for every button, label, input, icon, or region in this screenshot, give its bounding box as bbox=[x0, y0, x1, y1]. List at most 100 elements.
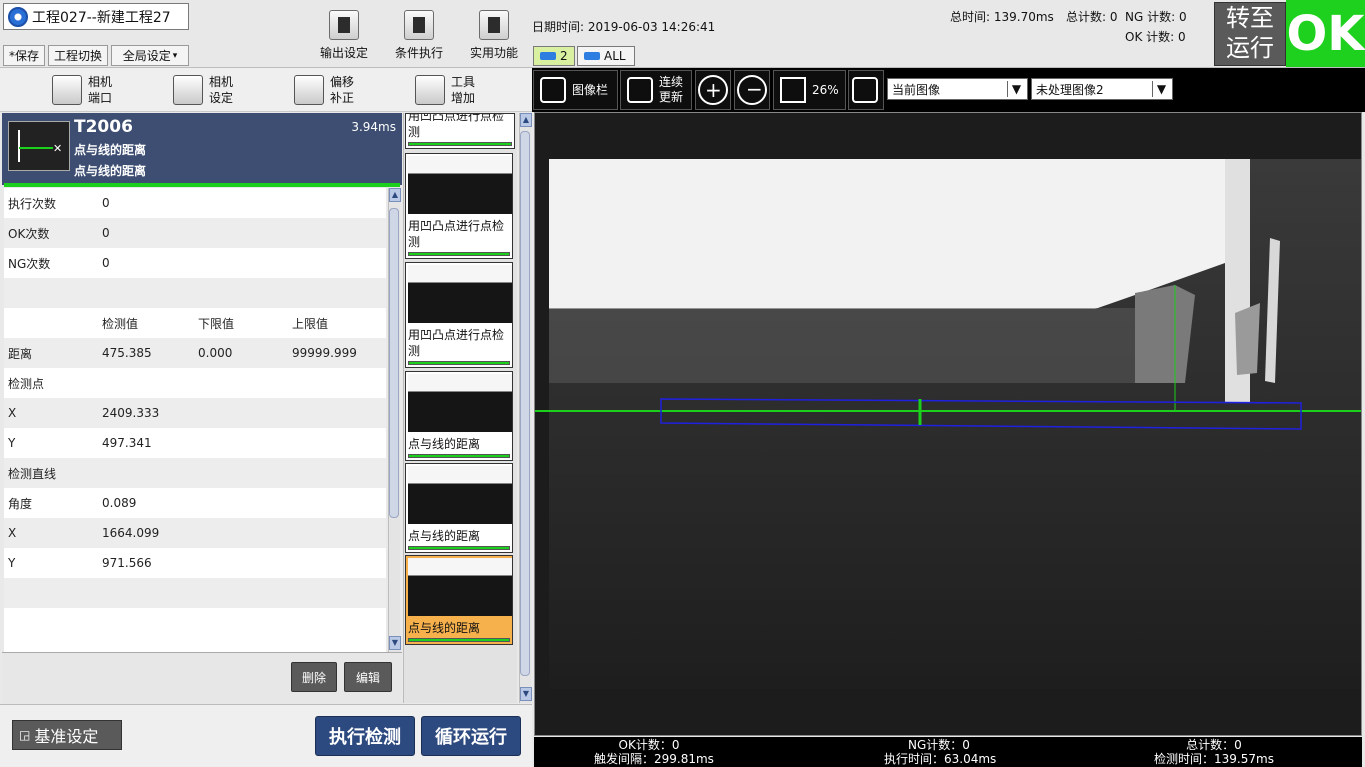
offset-line2: 补正 bbox=[330, 91, 355, 105]
total-count: 总计数: 0 bbox=[1066, 10, 1118, 24]
global-settings-label: 全局设定 bbox=[122, 49, 171, 63]
offset-line1: 偏移 bbox=[330, 75, 355, 89]
add-tool-button[interactable]: 工具 增加 bbox=[415, 72, 475, 108]
ok-count-stat: OK计数：0 bbox=[618, 738, 680, 752]
ok-count: OK 计数: 0 bbox=[1125, 30, 1186, 44]
image-type-dropdown[interactable]: 未处理图像2 ▼ bbox=[1031, 78, 1173, 100]
conditional-exec-button[interactable]: 条件执行 bbox=[388, 10, 450, 64]
image-viewer[interactable] bbox=[534, 112, 1362, 736]
stats-bar: OK计数：0 触发间隔：299.81ms NG计数：0 执行时间：63.04ms… bbox=[534, 737, 1362, 767]
detect-time-stat: 检测时间：139.57ms bbox=[1154, 752, 1274, 766]
tool-list-item[interactable]: 用凹凸点进行点检测 bbox=[405, 262, 513, 368]
baseline-label: 基准设定 bbox=[34, 727, 99, 746]
point-line-distance-icon: ✕ bbox=[8, 121, 70, 171]
camera-settings-button[interactable]: 相机 设定 bbox=[173, 72, 233, 108]
camera-settings-icon bbox=[173, 75, 203, 105]
tool-list-label: 点与线的距离 bbox=[408, 529, 481, 543]
tool-list-item[interactable]: 用凹凸点进行点检测 bbox=[405, 153, 513, 259]
go-run-button[interactable]: 转至 运行 bbox=[1214, 2, 1286, 66]
result-indicator: OK bbox=[1286, 0, 1365, 67]
scroll-thumb[interactable] bbox=[520, 131, 530, 676]
image-gallery-icon bbox=[540, 77, 566, 103]
delete-button[interactable]: 删除 bbox=[291, 662, 337, 692]
project-switch-button[interactable]: 工程切换 bbox=[48, 45, 108, 66]
action-bar bbox=[2, 652, 402, 704]
offset-correction-button[interactable]: 偏移 补正 bbox=[294, 72, 354, 108]
trigger-interval-stat: 触发间隔：299.81ms bbox=[594, 752, 714, 766]
tool-type: 点与线的距离 bbox=[74, 164, 147, 178]
zoom-out-button[interactable]: − bbox=[734, 70, 770, 110]
camera-port-line1: 相机 bbox=[88, 75, 113, 89]
tool-thumbnail bbox=[408, 156, 512, 214]
roi-button[interactable] bbox=[848, 70, 884, 110]
scroll-down-icon[interactable]: ▼ bbox=[520, 687, 532, 701]
add-tool-line2: 增加 bbox=[451, 91, 476, 105]
camera-icon bbox=[52, 75, 82, 105]
camera-settings-line2: 设定 bbox=[209, 91, 234, 105]
image-type-value: 未处理图像2 bbox=[1036, 82, 1104, 97]
continuous-line1: 连续 bbox=[659, 75, 684, 89]
conditional-exec-label: 条件执行 bbox=[394, 46, 443, 60]
utilities-button[interactable]: 实用功能 bbox=[463, 10, 525, 64]
output-settings-button[interactable]: 输出设定 bbox=[313, 10, 375, 64]
edit-button[interactable]: 编辑 bbox=[344, 662, 392, 692]
tool-list-label: 用凹凸点进行点检测 bbox=[408, 219, 505, 249]
total-count-stat: 总计数：0 bbox=[1186, 738, 1242, 752]
image-gallery-button[interactable]: 图像栏 bbox=[533, 70, 618, 110]
tool-list-item[interactable]: 用凹凸点进行点检测 bbox=[405, 113, 515, 149]
table-cell: Y bbox=[8, 436, 16, 450]
output-settings-label: 输出设定 bbox=[319, 46, 368, 60]
tool-thumbnail bbox=[408, 265, 512, 323]
scroll-up-icon[interactable]: ▲ bbox=[389, 188, 401, 202]
table-cell: 99999.999 bbox=[292, 346, 357, 360]
table-row: NG次数 0 bbox=[4, 248, 386, 278]
table-cell: 1664.099 bbox=[102, 526, 160, 540]
total-time: 总时间: 139.70ms bbox=[950, 10, 1054, 24]
offset-icon bbox=[294, 75, 324, 105]
table-cell: Y bbox=[8, 556, 16, 570]
table-scrollbar[interactable]: ▲ ▼ bbox=[388, 188, 401, 652]
camera-tab-all-label: ALL bbox=[604, 49, 626, 63]
tool-thumbnail bbox=[408, 374, 512, 432]
camera-icon bbox=[540, 52, 556, 60]
tool-list-status bbox=[408, 454, 510, 458]
go-run-line2: 运行 bbox=[1226, 34, 1274, 62]
scroll-up-icon[interactable]: ▲ bbox=[520, 113, 532, 127]
tool-list-item[interactable]: 点与线的距离 bbox=[405, 371, 513, 461]
continuous-line2: 更新 bbox=[659, 90, 684, 104]
dropdown-arrow-icon: ▼ bbox=[1152, 81, 1170, 97]
camera-port-button[interactable]: 相机 端口 bbox=[52, 72, 112, 108]
table-cell: X bbox=[8, 406, 17, 420]
table-row: 执行次数 0 bbox=[4, 188, 386, 218]
image-source-dropdown[interactable]: 当前图像 ▼ bbox=[887, 78, 1028, 100]
camera-tab-2[interactable]: 2 bbox=[533, 46, 575, 66]
table-cell: 0 bbox=[102, 256, 110, 270]
table-row bbox=[4, 278, 386, 308]
execute-detect-button[interactable]: 执行检测 bbox=[315, 716, 415, 756]
tool-list-label: 用凹凸点进行点检测 bbox=[408, 113, 505, 139]
tool-status-bar bbox=[4, 183, 400, 187]
camera-tab-all[interactable]: ALL bbox=[577, 46, 635, 66]
tool-thumbnail bbox=[408, 466, 512, 524]
baseline-icon: ◲ bbox=[19, 728, 31, 742]
loop-run-button[interactable]: 循环运行 bbox=[421, 716, 521, 756]
image-source-value: 当前图像 bbox=[892, 82, 941, 97]
zoom-out-icon: − bbox=[737, 75, 767, 105]
zoom-in-button[interactable]: + bbox=[695, 70, 731, 110]
table-cell: 497.341 bbox=[102, 436, 152, 450]
continuous-update-button[interactable]: 连续 更新 bbox=[620, 70, 692, 110]
scroll-thumb[interactable] bbox=[389, 208, 399, 518]
table-cell: 距离 bbox=[8, 346, 33, 361]
global-settings-button[interactable]: 全局设定 ▾ bbox=[111, 45, 189, 66]
fit-screen-icon bbox=[780, 77, 806, 103]
project-title[interactable]: 工程027--新建工程27 bbox=[3, 3, 189, 30]
tool-list-scrollbar[interactable]: ▲ ▼ bbox=[519, 113, 532, 703]
save-button[interactable]: *保存 bbox=[3, 45, 45, 66]
tool-list-item-selected[interactable]: 点与线的距离 bbox=[405, 555, 513, 645]
baseline-settings-button[interactable]: ◲ 基准设定 bbox=[12, 720, 122, 750]
ng-count: NG 计数: 0 bbox=[1125, 10, 1187, 24]
table-row: Y 971.566 bbox=[4, 548, 386, 578]
fit-zoom-button[interactable]: 26% bbox=[773, 70, 846, 110]
scroll-down-icon[interactable]: ▼ bbox=[389, 636, 401, 650]
tool-list-item[interactable]: 点与线的距离 bbox=[405, 463, 513, 553]
